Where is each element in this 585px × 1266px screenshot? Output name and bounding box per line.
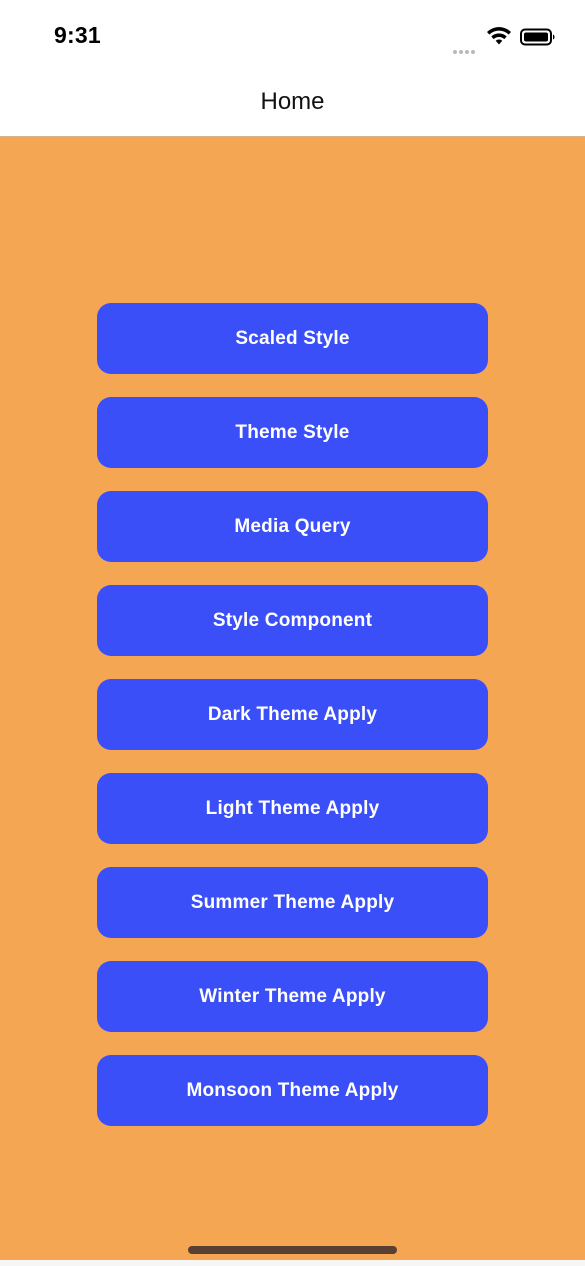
page-title: Home <box>260 88 325 115</box>
summer-theme-apply-button[interactable]: Summer Theme Apply <box>97 867 488 938</box>
style-component-button[interactable]: Style Component <box>97 585 488 656</box>
signal-dots-icon <box>453 41 479 54</box>
light-theme-apply-button[interactable]: Light Theme Apply <box>97 773 488 844</box>
monsoon-theme-apply-button[interactable]: Monsoon Theme Apply <box>97 1055 488 1126</box>
wifi-icon <box>487 27 511 45</box>
bottom-safe-area <box>0 1260 585 1266</box>
media-query-button[interactable]: Media Query <box>97 491 488 562</box>
theme-style-button[interactable]: Theme Style <box>97 397 488 468</box>
battery-icon <box>520 28 555 46</box>
dark-theme-apply-button[interactable]: Dark Theme Apply <box>97 679 488 750</box>
status-time: 9:31 <box>54 22 101 48</box>
app-screen: 9:31 Home Scaled Style Theme Style Media… <box>0 0 585 1266</box>
theme-button-list: Scaled Style Theme Style Media Query Sty… <box>97 303 488 1149</box>
header-area: 9:31 Home <box>0 0 585 137</box>
winter-theme-apply-button[interactable]: Winter Theme Apply <box>97 961 488 1032</box>
scaled-style-button[interactable]: Scaled Style <box>97 303 488 374</box>
status-bar: 9:31 <box>0 0 585 70</box>
home-indicator[interactable] <box>188 1246 397 1254</box>
